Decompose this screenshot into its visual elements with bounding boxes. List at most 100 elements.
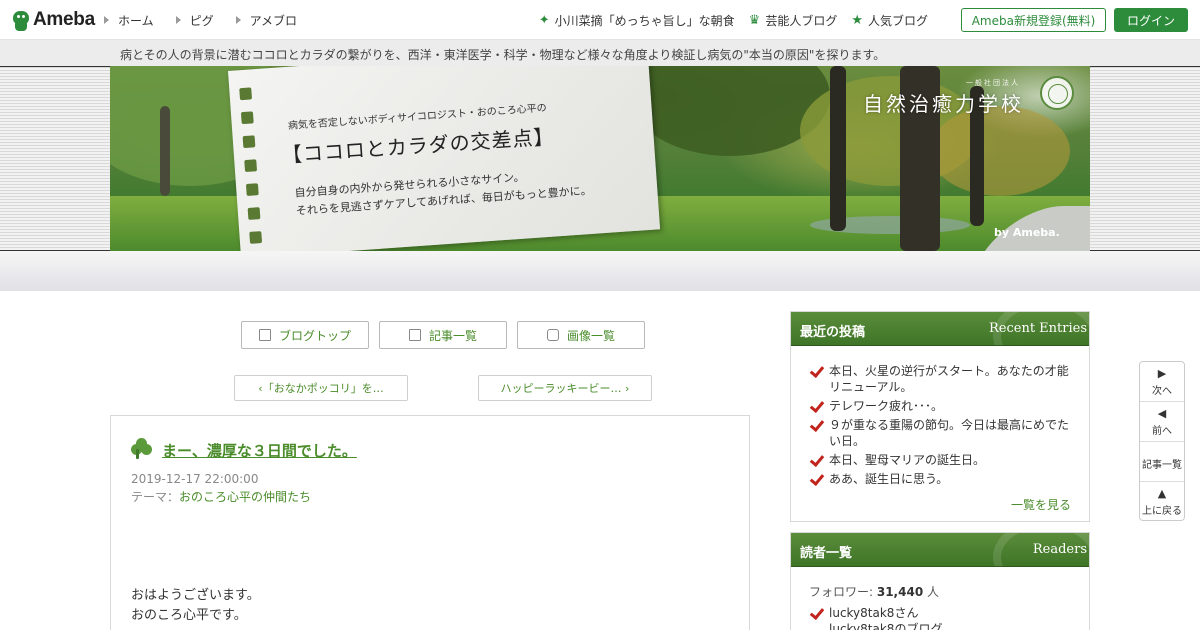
follower-number: 31,440 (876, 585, 924, 599)
recent-entries-box: 最近の投稿 Recent Entries 本日、火星の逆行がスタート。あなたの才… (790, 311, 1090, 522)
reader-blog-link[interactable]: lucky8tak8のブログ (811, 621, 1071, 630)
readers-box: 読者一覧 Readers フォロワー: 31,440 人 lucky8tak8さ… (790, 532, 1090, 630)
back-to-top-label: 上に戻る (1142, 506, 1182, 517)
see-all-entries-link[interactable]: 一覧を見る (1011, 496, 1071, 513)
recent-entry-label: 本日、聖母マリアの誕生日。 (829, 453, 986, 467)
recent-heading-en: Recent Entries (988, 321, 1087, 336)
arrow-right-icon (235, 16, 241, 24)
blog-top-button[interactable]: ブログトップ (241, 321, 369, 349)
follower-unit: 人 (923, 585, 939, 599)
float-next-button[interactable]: ▶ 次へ (1140, 362, 1184, 402)
nav-pigg[interactable]: ピグ (175, 12, 214, 29)
follower-count: フォロワー: 31,440 人 (809, 583, 939, 600)
blog-description: 病とその人の背景に潜むココロとカラダの繋がりを、西洋・東洋医学・科学・物理など様… (120, 48, 886, 62)
nav-home-label: ホーム (118, 13, 154, 28)
theme-link[interactable]: おのころ心平の仲間たち (179, 490, 311, 504)
recent-entry[interactable]: テレワーク疲れ･･･。 (811, 398, 1071, 414)
school-name: 自然治癒力学校 (863, 92, 1024, 116)
recent-entry[interactable]: 本日、火星の逆行がスタート。あなたの才能リニューアル。 (811, 363, 1071, 395)
ameba-mascot-icon (12, 9, 30, 31)
nav-pigg-label: ピグ (189, 13, 214, 28)
float-next-label: 次へ (1152, 386, 1172, 397)
article-theme: テーマ：おのころ心平の仲間たち (131, 488, 311, 505)
article-body-line: おはようございます。 (131, 588, 260, 603)
recent-entry-label: テレワーク疲れ･･･。 (829, 399, 944, 413)
float-prev-button[interactable]: ◀ 前へ (1140, 402, 1184, 442)
crown-icon: ♛ (748, 12, 761, 28)
camera-icon (546, 329, 559, 341)
header-divider (0, 251, 1200, 291)
arrow-right-icon (175, 16, 181, 24)
article-body-line: おのころ心平です。 (131, 608, 247, 623)
recent-entry[interactable]: ９が重なる重陽の節句。今日は最高にめでたい日。 (811, 417, 1071, 449)
arrow-up-icon: ▲ (1157, 487, 1167, 500)
image-list-button[interactable]: 画像一覧 (517, 321, 645, 349)
nav-ameblo[interactable]: アメブロ (235, 12, 298, 29)
checkmark-icon (811, 472, 819, 484)
star-icon: ★ (851, 12, 863, 28)
reader-name: lucky8tak8さん (829, 606, 919, 620)
entry-list-label: 記事一覧 (428, 328, 477, 343)
register-button[interactable]: Ameba新規登録(無料) (961, 8, 1106, 32)
recent-heading-ja: 最近の投稿 (800, 325, 866, 340)
checkmark-icon (811, 399, 819, 411)
back-to-top-button[interactable]: ▲ 上に戻る (1140, 482, 1184, 522)
sparkle-icon: ✦ (538, 12, 550, 28)
readers-heading-ja: 読者一覧 (800, 546, 853, 561)
previous-entry-link[interactable]: ‹「おなかポッコリ」を… (234, 375, 408, 401)
document-icon (258, 329, 271, 341)
recent-entry-label: ９が重なる重陽の節句。今日は最高にめでたい日。 (829, 418, 1070, 448)
reader-blog-name: lucky8tak8のブログ (829, 622, 943, 630)
float-list-button[interactable]: 記事一覧 (1140, 442, 1184, 482)
featured-link-ogawa-label: 小川菜摘「めっちゃ旨し」な朝食 (554, 13, 735, 28)
blog-top-label: ブログトップ (278, 328, 351, 343)
global-header: Ameba ホーム ピグ アメブロ ✦ 小川菜摘「めっちゃ旨し」な朝食 ♛ 芸能人ブ… (0, 0, 1200, 40)
article-title[interactable]: まー、濃厚な３日間でした。 (162, 440, 357, 461)
popular-blog-label: 人気ブログ (867, 13, 928, 28)
checkmark-icon (811, 418, 819, 430)
celebrity-blog-link[interactable]: ♛ 芸能人ブログ (749, 12, 838, 29)
by-ameba-label: by Ameba. (994, 226, 1060, 239)
recent-entry-label: 本日、火星の逆行がスタート。あなたの才能リニューアル。 (829, 364, 1069, 394)
recent-entry[interactable]: 本日、聖母マリアの誕生日。 (811, 452, 1071, 468)
article-date: 2019-12-17 22:00:00 (131, 472, 259, 486)
featured-link-ogawa[interactable]: ✦ 小川菜摘「めっちゃ旨し」な朝食 (539, 12, 735, 29)
recent-entries-heading: 最近の投稿 Recent Entries (791, 312, 1089, 346)
popular-blog-link[interactable]: ★ 人気ブログ (851, 12, 928, 29)
banner-paper-card: 病気を否定しないボディサイコロジスト・おのころ心平の 【ココロとカラダの交差点】… (228, 66, 661, 251)
blog-header-banner[interactable]: 病気を否定しないボディサイコロジスト・おのころ心平の 【ココロとカラダの交差点】… (110, 66, 1090, 251)
nav-home[interactable]: ホーム (104, 12, 154, 29)
readers-heading-en: Readers (1032, 542, 1087, 557)
recent-entry-label: ああ、誕生日に思う。 (829, 472, 949, 486)
float-list-label: 記事一覧 (1142, 460, 1182, 471)
image-list-label: 画像一覧 (566, 328, 615, 343)
theme-label: テーマ： (131, 490, 180, 504)
floating-nav: ▶ 次へ ◀ 前へ 記事一覧 ▲ 上に戻る (1139, 361, 1185, 521)
next-entry-link[interactable]: ハッピーラッキービー… › (478, 375, 652, 401)
article: まー、濃厚な３日間でした。 2019-12-17 22:00:00 テーマ：おの… (110, 415, 750, 630)
follower-label: フォロワー: (809, 585, 877, 599)
ameba-logo[interactable]: Ameba (12, 8, 95, 32)
school-sub-label: 一般社団法人 (966, 79, 1020, 87)
checkmark-icon (811, 453, 819, 465)
entry-list-button[interactable]: 記事一覧 (379, 321, 507, 349)
play-left-icon: ◀ (1157, 407, 1167, 420)
nav-ameblo-label: アメブロ (249, 13, 298, 28)
school-seal-icon (1040, 76, 1074, 110)
blog-nav: ブログトップ 記事一覧 画像一覧 (241, 321, 645, 349)
play-right-icon: ▶ (1157, 367, 1167, 380)
copy-icon (408, 329, 421, 341)
login-button[interactable]: ログイン (1114, 8, 1188, 32)
arrow-right-icon (104, 16, 109, 24)
global-nav: ホーム ピグ アメブロ (104, 0, 319, 40)
reader-item[interactable]: lucky8tak8さん (811, 605, 1071, 621)
checkmark-icon (811, 606, 819, 618)
recent-entry[interactable]: ああ、誕生日に思う。 (811, 471, 1071, 487)
readers-heading: 読者一覧 Readers (791, 533, 1089, 567)
featured-links: ✦ 小川菜摘「めっちゃ旨し」な朝食 ♛ 芸能人ブログ ★ 人気ブログ (525, 0, 928, 40)
celebrity-blog-label: 芸能人ブログ (765, 13, 838, 28)
clover-icon (131, 438, 153, 460)
checkmark-icon (811, 364, 819, 376)
logo-text: Ameba (33, 9, 95, 30)
school-logo: 一般社団法人 自然治癒力学校 (862, 74, 1082, 116)
